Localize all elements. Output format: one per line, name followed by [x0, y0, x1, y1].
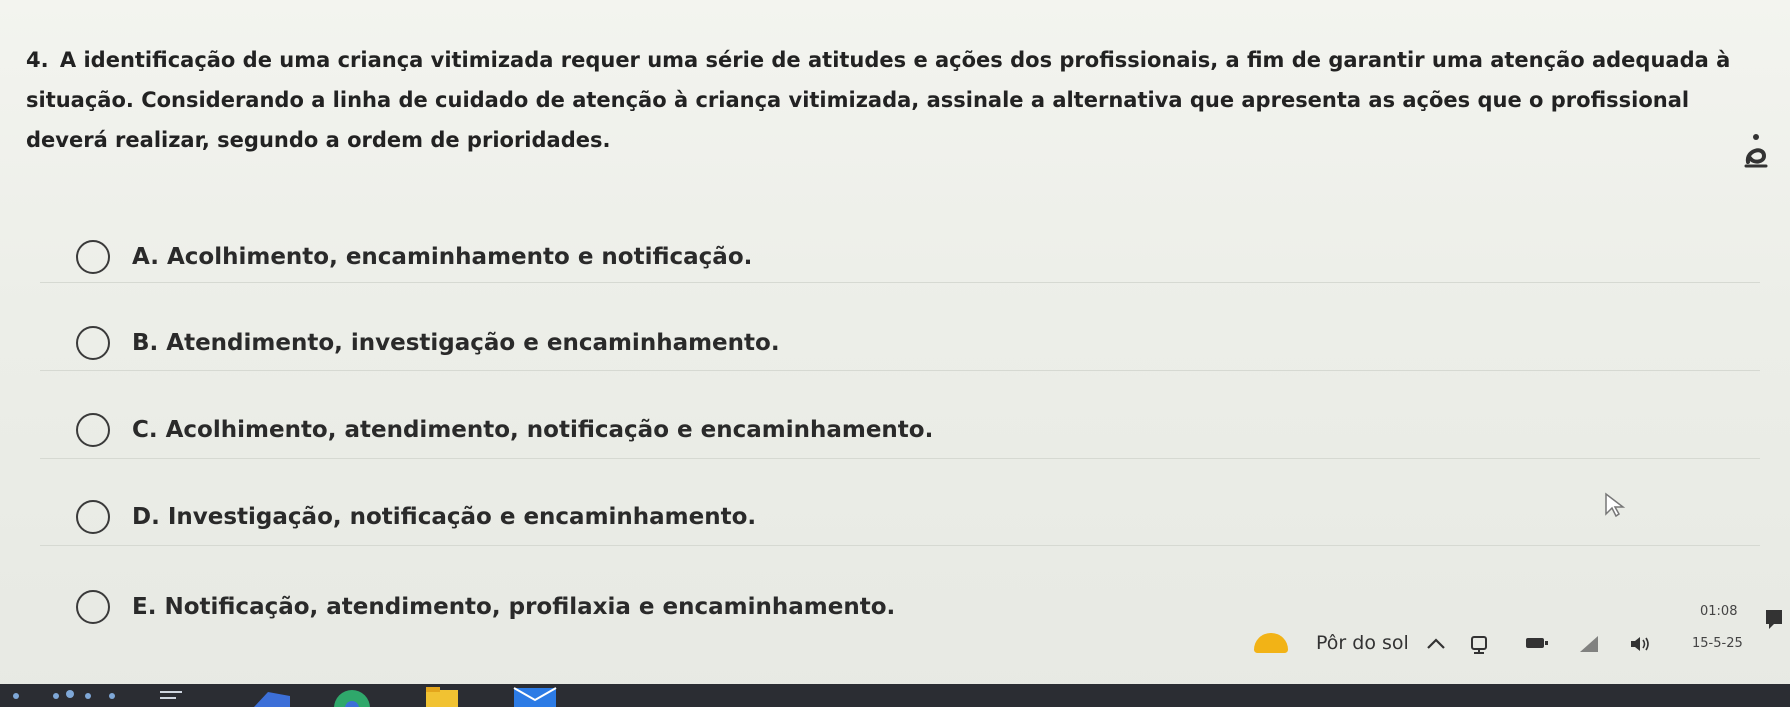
option-c[interactable]: C. Acolhimento, atendimento, notificação… [76, 405, 1716, 455]
ai-assistant-icon[interactable] [1736, 132, 1776, 172]
option-e-label: E. Notificação, atendimento, profilaxia … [132, 594, 896, 620]
files-app-icon[interactable] [250, 684, 294, 707]
option-a[interactable]: A. Acolhimento, encaminhamento e notific… [76, 232, 1716, 282]
radio-option-e[interactable] [76, 590, 110, 624]
screen: 4. A identificação de uma criança vitimi… [0, 0, 1790, 707]
weather-widget[interactable]: Pôr do sol [1254, 632, 1409, 654]
question-body: A identificação de uma criança vitimizad… [26, 48, 1731, 152]
battery-icon[interactable] [1524, 634, 1550, 652]
taskbar [0, 684, 1790, 707]
divider [40, 545, 1760, 546]
mail-app-icon[interactable] [510, 684, 560, 707]
option-b-label: B. Atendimento, investigação e encaminha… [132, 330, 780, 356]
radio-option-d[interactable] [76, 500, 110, 534]
divider [40, 370, 1760, 371]
divider [40, 282, 1760, 283]
option-e[interactable]: E. Notificação, atendimento, profilaxia … [76, 582, 1716, 632]
clock-date[interactable]: 15-5-25 [1692, 636, 1743, 651]
option-b[interactable]: B. Atendimento, investigação e encaminha… [76, 318, 1716, 368]
radio-option-c[interactable] [76, 413, 110, 447]
mouse-cursor-icon [1605, 492, 1626, 518]
task-view-icon[interactable] [156, 684, 186, 707]
app-dots-icon[interactable] [8, 684, 128, 707]
option-d[interactable]: D. Investigação, notificação e encaminha… [76, 492, 1716, 542]
wifi-icon[interactable] [1578, 634, 1600, 654]
weather-label: Pôr do sol [1316, 632, 1409, 654]
clock-time[interactable]: 01:08 [1700, 604, 1737, 619]
question-text: 4. A identificação de uma criança vitimi… [26, 40, 1766, 160]
network-icon[interactable] [1468, 634, 1490, 656]
radio-option-b[interactable] [76, 326, 110, 360]
option-a-label: A. Acolhimento, encaminhamento e notific… [132, 244, 753, 270]
volume-icon[interactable] [1628, 634, 1652, 654]
notification-icon[interactable] [1764, 608, 1784, 630]
option-c-label: C. Acolhimento, atendimento, notificação… [132, 417, 934, 443]
chevron-up-icon[interactable] [1424, 634, 1448, 654]
sunset-icon [1254, 633, 1288, 653]
radio-option-a[interactable] [76, 240, 110, 274]
folder-app-icon[interactable] [420, 684, 464, 707]
option-d-label: D. Investigação, notificação e encaminha… [132, 504, 757, 530]
question-number: 4. [26, 48, 49, 72]
browser-app-icon[interactable] [330, 684, 374, 707]
divider [40, 458, 1760, 459]
